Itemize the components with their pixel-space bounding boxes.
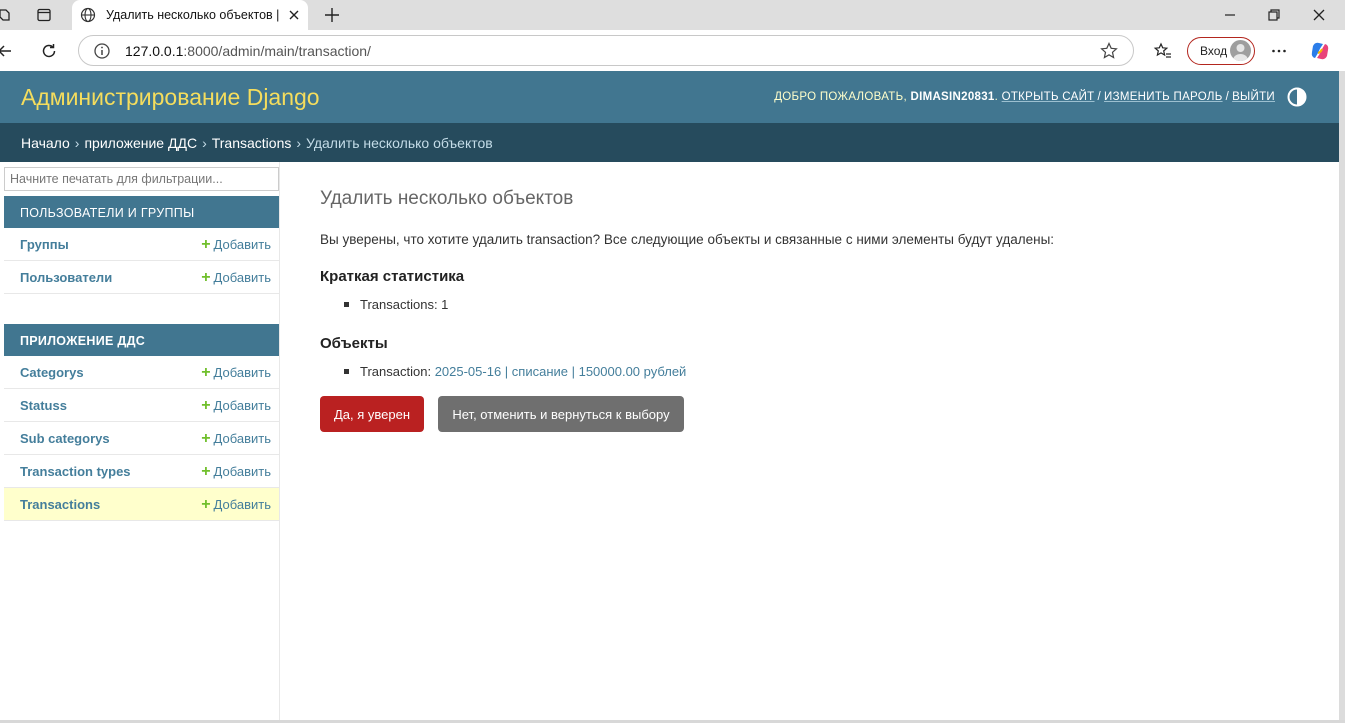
sidebar-item-users: Пользователи + Добавить <box>4 261 279 294</box>
page-scrollbar[interactable] <box>1339 71 1345 723</box>
sidebar-item-sub-categorys: Sub categorys + Добавить <box>4 422 279 455</box>
sidebar-item-transaction-types: Transaction types + Добавить <box>4 455 279 488</box>
add-label: Добавить <box>213 236 271 252</box>
welcome-text: ДОБРО ПОЖАЛОВАТЬ, <box>774 91 907 103</box>
back-arrow-icon[interactable] <box>0 40 16 62</box>
object-prefix: Transaction: <box>360 364 432 379</box>
sidebar-item-categorys: Categorys + Добавить <box>4 356 279 389</box>
add-label: Добавить <box>213 496 271 512</box>
add-categorys-link[interactable]: + Добавить <box>201 363 271 381</box>
plus-icon: + <box>201 268 211 286</box>
url-text: 127.0.0.1:8000/admin/main/transaction/ <box>125 43 1099 59</box>
close-tab-icon[interactable] <box>286 7 302 23</box>
confirm-delete-button[interactable]: Да, я уверен <box>320 396 424 432</box>
breadcrumb-separator: › <box>74 134 80 151</box>
add-label: Добавить <box>213 269 271 285</box>
model-link-users[interactable]: Пользователи <box>20 270 201 285</box>
page-title: Удалить несколько объектов <box>320 188 574 209</box>
theme-toggle-icon[interactable] <box>1287 87 1307 107</box>
url-host: 127.0.0.1 <box>125 42 184 59</box>
plus-icon: + <box>201 363 211 381</box>
separator: / <box>1097 91 1102 103</box>
breadcrumb-app[interactable]: приложение ДДС <box>84 135 197 151</box>
add-label: Добавить <box>213 397 271 413</box>
nav-sidebar: ПОЛЬЗОВАТЕЛИ И ГРУППЫ Группы +Добавить П… <box>3 162 280 720</box>
add-sub-categorys-link[interactable]: + Добавить <box>201 429 271 447</box>
summary-item: Transactions: 1 <box>360 297 449 312</box>
plus-icon: + <box>201 462 211 480</box>
admin-header: Администрирование Django ДОБРО ПОЖАЛОВАТ… <box>0 71 1339 123</box>
browser-address-bar: 127.0.0.1:8000/admin/main/transaction/ В… <box>0 30 1345 71</box>
add-groups-link[interactable]: + Добавить <box>201 235 271 253</box>
model-link-categorys[interactable]: Categorys <box>20 365 201 380</box>
separator: / <box>1225 91 1230 103</box>
list-item: Transactions: 1 <box>344 297 448 312</box>
login-label: Вход <box>1200 44 1228 58</box>
bullet-icon <box>344 302 349 307</box>
site-info-icon[interactable] <box>93 42 111 60</box>
sidebar-item-groups: Группы + Добавить <box>4 228 279 261</box>
plus-icon: + <box>201 495 211 513</box>
reload-icon[interactable] <box>38 40 60 62</box>
module-caption-dds[interactable]: ПРИЛОЖЕНИЕ ДДС <box>4 324 279 356</box>
admin-page: Администрирование Django ДОБРО ПОЖАЛОВАТ… <box>0 71 1339 720</box>
avatar <box>1230 40 1251 61</box>
add-label: Добавить <box>213 364 271 380</box>
new-tab-icon[interactable] <box>322 5 342 25</box>
model-link-transaction-types[interactable]: Transaction types <box>20 464 201 479</box>
nav-filter-input[interactable] <box>4 167 279 191</box>
minimize-icon[interactable] <box>1219 4 1241 26</box>
model-link-transactions[interactable]: Transactions <box>20 497 201 512</box>
cancel-button[interactable]: Нет, отменить и вернуться к выбору <box>438 396 684 432</box>
tab-title: Удалить несколько объектов | А <box>106 8 280 22</box>
site-branding[interactable]: Администрирование Django <box>21 84 774 111</box>
workspaces-icon[interactable] <box>0 5 14 25</box>
list-item: Transaction: 2025-05-16 | списание | 150… <box>344 364 686 379</box>
objects-heading: Объекты <box>320 335 388 352</box>
add-label: Добавить <box>213 463 271 479</box>
add-transaction-types-link[interactable]: + Добавить <box>201 462 271 480</box>
plus-icon: + <box>201 235 211 253</box>
view-site-link[interactable]: ОТКРЫТЬ САЙТ <box>1002 91 1095 103</box>
breadcrumb: Начало › приложение ДДС › Transactions ›… <box>0 123 1339 162</box>
model-link-groups[interactable]: Группы <box>20 237 201 252</box>
add-transactions-link[interactable]: + Добавить <box>201 495 271 513</box>
object-link[interactable]: 2025-05-16 | списание | 150000.00 рублей <box>435 364 687 379</box>
model-link-statuss[interactable]: Statuss <box>20 398 201 413</box>
profile-login-button[interactable]: Вход <box>1187 37 1255 65</box>
browser-tab-active[interactable]: Удалить несколько объектов | А <box>72 0 308 30</box>
breadcrumb-separator: › <box>202 134 207 151</box>
copilot-icon[interactable] <box>1309 40 1331 62</box>
change-password-link[interactable]: ИЗМЕНИТЬ ПАРОЛЬ <box>1104 91 1223 103</box>
plus-icon: + <box>201 429 211 447</box>
favorites-list-icon[interactable] <box>1152 40 1174 62</box>
add-label: Добавить <box>213 430 271 446</box>
browser-tab-bar: Удалить несколько объектов | А <box>0 0 1345 30</box>
url-path: :8000/admin/main/transaction/ <box>183 42 371 59</box>
summary-heading: Краткая статистика <box>320 268 465 285</box>
model-link-sub-categorys[interactable]: Sub categorys <box>20 431 201 446</box>
module-caption-auth[interactable]: ПОЛЬЗОВАТЕЛИ И ГРУППЫ <box>4 196 279 228</box>
breadcrumb-separator: › <box>296 134 302 151</box>
breadcrumb-model[interactable]: Transactions <box>212 135 292 151</box>
tab-actions-icon[interactable] <box>34 5 54 25</box>
more-menu-icon[interactable] <box>1268 40 1290 62</box>
url-field[interactable]: 127.0.0.1:8000/admin/main/transaction/ <box>78 35 1134 66</box>
breadcrumb-current: Удалить несколько объектов <box>306 134 493 151</box>
sidebar-item-transactions: Transactions + Добавить <box>4 488 279 521</box>
breadcrumb-home[interactable]: Начало <box>21 135 70 151</box>
plus-icon: + <box>201 396 211 414</box>
confirmation-text: Вы уверены, что хотите удалить transacti… <box>320 232 1055 247</box>
globe-icon <box>80 7 96 23</box>
bullet-icon <box>344 369 349 374</box>
logout-link[interactable]: ВЫЙТИ <box>1232 91 1275 103</box>
restore-icon[interactable] <box>1263 4 1285 26</box>
close-window-icon[interactable] <box>1308 4 1330 26</box>
sidebar-item-statuss: Statuss + Добавить <box>4 389 279 422</box>
add-users-link[interactable]: + Добавить <box>201 268 271 286</box>
favorite-star-icon[interactable] <box>1099 41 1119 61</box>
add-statuss-link[interactable]: + Добавить <box>201 396 271 414</box>
username: DIMASIN20831 <box>910 91 995 103</box>
user-tools: ДОБРО ПОЖАЛОВАТЬ, DIMASIN20831. ОТКРЫТЬ … <box>774 91 1275 103</box>
